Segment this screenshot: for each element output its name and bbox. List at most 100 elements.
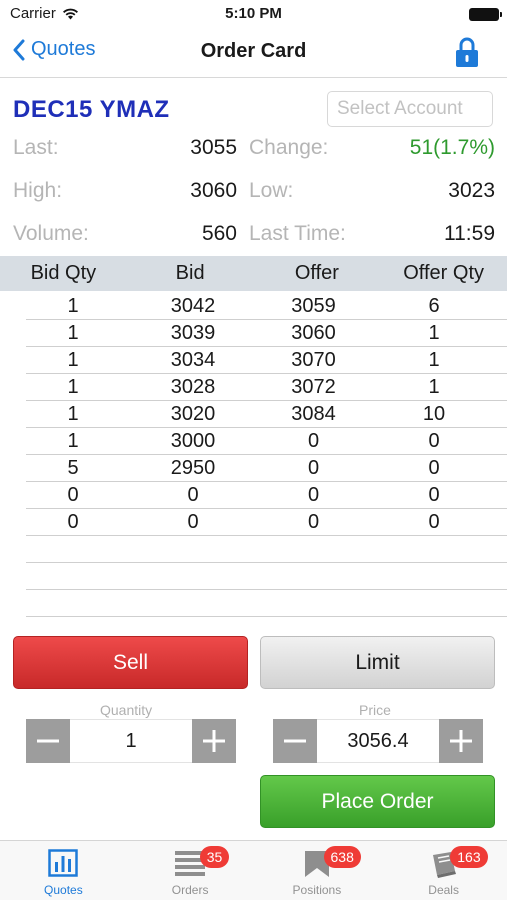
bid-cell: 2950 xyxy=(170,457,216,479)
navigation-bar: Quotes Order Card xyxy=(0,28,507,78)
tab-label: Orders xyxy=(171,883,209,897)
status-time: 5:10 PM xyxy=(225,5,282,22)
quote-stats: Last: 3055 Change: 51(1.7%) High: 3060 L… xyxy=(13,136,495,265)
offer-cell: 0 xyxy=(307,457,320,479)
bid-cell xyxy=(120,563,266,589)
quantity-stepper: 1 xyxy=(26,719,236,763)
lock-icon[interactable] xyxy=(455,36,479,68)
low-value: 3023 xyxy=(448,179,495,202)
last-value: 3055 xyxy=(190,136,237,159)
place-order-button[interactable]: Place Order xyxy=(260,775,495,828)
offer-cell: 3059 xyxy=(291,295,336,317)
minus-icon xyxy=(37,739,59,743)
bid-qty-cell: 0 xyxy=(67,484,79,506)
bid-qty-cell: 0 xyxy=(67,511,79,533)
table-row[interactable] xyxy=(26,563,507,590)
offer-cell xyxy=(266,536,361,562)
offer-qty-cell: 0 xyxy=(428,457,440,479)
last-label: Last: xyxy=(13,136,59,159)
price-decrement-button[interactable] xyxy=(273,719,317,763)
bid-cell: 0 xyxy=(187,511,199,533)
offer-cell: 3070 xyxy=(291,349,336,371)
offer-qty-cell: 1 xyxy=(428,322,440,344)
table-row[interactable]: 0 0 0 0 xyxy=(26,482,507,509)
price-field[interactable]: 3056.4 xyxy=(317,719,439,763)
bid-cell: 0 xyxy=(187,484,199,506)
bid-qty-cell xyxy=(26,536,120,562)
bid-qty-cell: 1 xyxy=(67,295,79,317)
bid-cell xyxy=(120,536,266,562)
sell-button[interactable]: Sell xyxy=(13,636,248,689)
volume-value: 560 xyxy=(201,222,237,245)
orders-badge: 35 xyxy=(199,846,230,868)
tab-label: Deals xyxy=(428,883,459,897)
bid-cell: 3039 xyxy=(170,322,216,344)
table-row[interactable]: 1 3039 3060 1 xyxy=(26,320,507,347)
table-row[interactable]: 1 3028 3072 1 xyxy=(26,374,507,401)
offer-qty-cell xyxy=(361,590,507,616)
quantity-increment-button[interactable] xyxy=(192,719,236,763)
price-increment-button[interactable] xyxy=(439,719,483,763)
table-row[interactable]: 1 3042 3059 6 xyxy=(26,293,507,320)
bid-qty-cell: 1 xyxy=(67,403,79,425)
tab-label: Positions xyxy=(292,883,342,897)
tab-positions[interactable]: 638 Positions xyxy=(254,841,381,900)
offer-qty-cell xyxy=(361,536,507,562)
select-account-field[interactable]: Select Account xyxy=(327,91,493,127)
table-row[interactable]: 1 3020 3084 10 xyxy=(26,401,507,428)
tab-label: Quotes xyxy=(44,883,83,897)
limit-button[interactable]: Limit xyxy=(260,636,495,689)
table-row[interactable]: 0 0 0 0 xyxy=(26,509,507,536)
plus-icon xyxy=(450,730,472,752)
volume-label: Volume: xyxy=(13,222,89,245)
offer-qty-cell: 0 xyxy=(428,511,440,533)
last-time-value: 11:59 xyxy=(444,222,495,245)
offer-cell: 3060 xyxy=(291,322,336,344)
quantity-field[interactable]: 1 xyxy=(70,719,192,763)
plus-icon xyxy=(203,730,225,752)
bid-qty-cell xyxy=(26,563,120,589)
positions-badge: 638 xyxy=(323,846,361,868)
tab-orders[interactable]: 35 Orders xyxy=(127,841,254,900)
table-row[interactable]: 1 3034 3070 1 xyxy=(26,347,507,374)
offer-qty-cell xyxy=(361,563,507,589)
tab-quotes[interactable]: Quotes xyxy=(0,841,127,900)
offer-qty-cell: 1 xyxy=(428,349,440,371)
bid-cell: 3034 xyxy=(170,349,216,371)
change-label: Change: xyxy=(249,136,329,159)
table-row[interactable]: 1 3000 0 0 xyxy=(26,428,507,455)
bid-qty-cell: 1 xyxy=(67,430,79,452)
bid-qty-cell: 5 xyxy=(67,457,79,479)
table-row[interactable]: 5 2950 0 0 xyxy=(26,455,507,482)
bid-qty-cell: 1 xyxy=(67,349,79,371)
stat-row-last: Last: 3055 Change: 51(1.7%) xyxy=(13,136,495,179)
header-offer: Offer xyxy=(294,262,339,284)
offer-cell: 0 xyxy=(307,430,320,452)
offer-qty-cell: 0 xyxy=(428,430,440,452)
stat-row-high: High: 3060 Low: 3023 xyxy=(13,179,495,222)
deals-badge: 163 xyxy=(450,846,488,868)
tab-deals[interactable]: 163 Deals xyxy=(380,841,507,900)
bid-cell xyxy=(120,590,266,616)
offer-cell: 3072 xyxy=(291,376,336,398)
high-value: 3060 xyxy=(190,179,237,202)
instrument-symbol: DEC15 YMAZ xyxy=(13,96,170,123)
offer-qty-cell: 6 xyxy=(428,295,440,317)
offer-cell: 3084 xyxy=(291,403,336,425)
table-row[interactable] xyxy=(26,536,507,563)
minus-icon xyxy=(284,739,306,743)
table-row[interactable] xyxy=(26,590,507,617)
bid-cell: 3000 xyxy=(170,430,216,452)
quantity-decrement-button[interactable] xyxy=(26,719,70,763)
header-bid-qty: Bid Qty xyxy=(30,262,97,284)
offer-cell xyxy=(266,563,361,589)
order-book-table: 1 3042 3059 6 1 3039 3060 1 1 3034 3070 1 1 3028 3072 1… xyxy=(26,293,507,617)
offer-cell xyxy=(266,590,361,616)
header-offer-qty: Offer Qty xyxy=(403,262,484,284)
page-title: Order Card xyxy=(200,40,307,62)
status-bar: Carrier 5:10 PM xyxy=(0,0,507,28)
offer-qty-cell: 10 xyxy=(422,403,446,425)
price-label: Price xyxy=(359,702,391,718)
offer-cell: 0 xyxy=(307,484,320,506)
header-bid: Bid xyxy=(175,262,205,284)
